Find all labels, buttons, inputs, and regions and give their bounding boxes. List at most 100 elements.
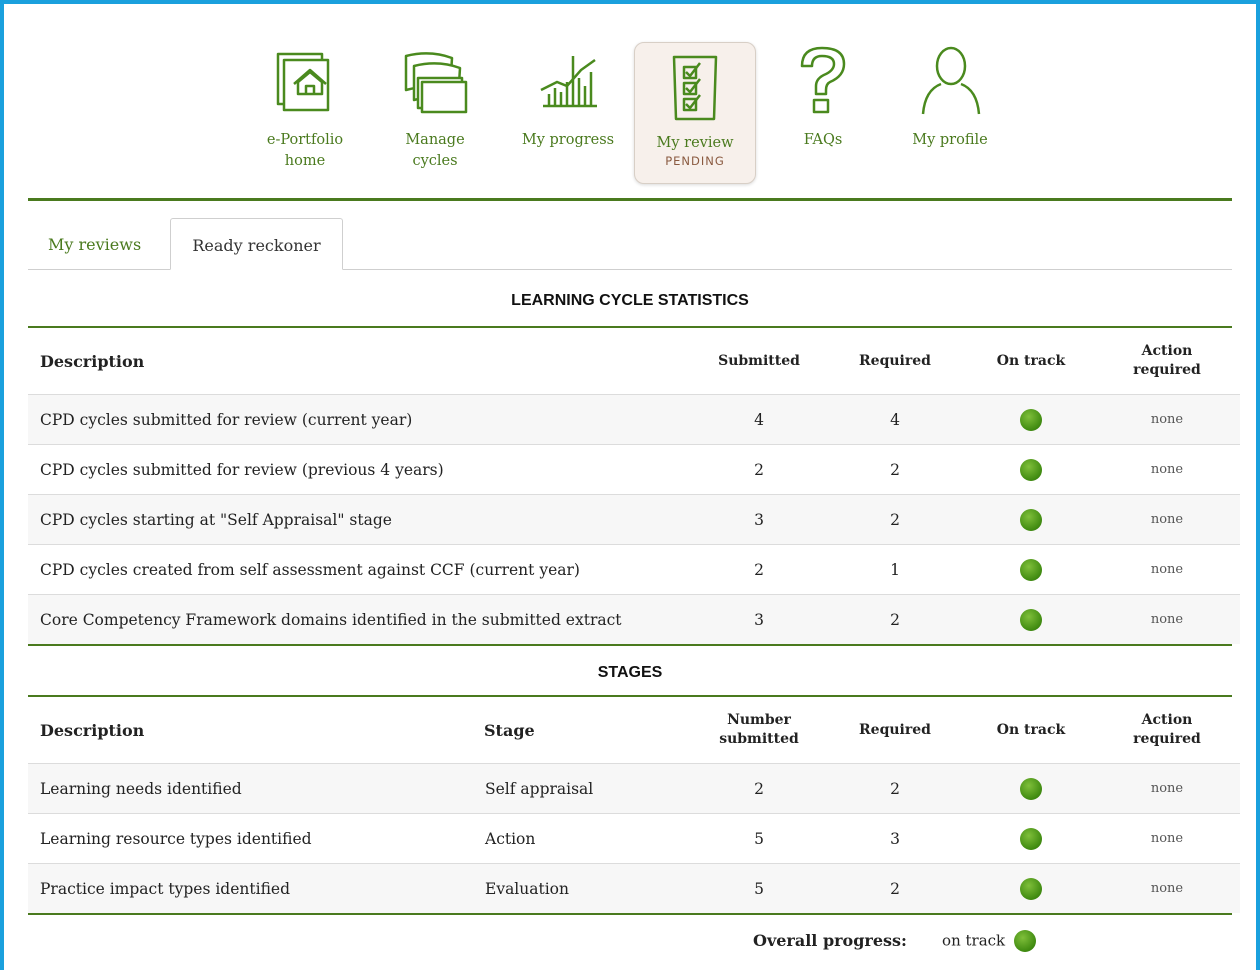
nav-my-progress[interactable]: My progress <box>516 42 620 151</box>
row-required: 2 <box>822 763 968 814</box>
row-on-track <box>968 394 1094 445</box>
row-required: 2 <box>822 444 968 495</box>
number-submitted-header-text: Number submitted <box>719 712 799 747</box>
row-on-track <box>968 594 1094 644</box>
row-action: none <box>1094 863 1240 913</box>
nav-my-profile[interactable]: My profile <box>900 42 1000 151</box>
col-header-action-required: Action required <box>1094 328 1240 395</box>
row-submitted: 3 <box>696 594 822 644</box>
nav-label-my-profile: My profile <box>912 132 988 148</box>
nav-manage-cycles[interactable]: Manage cycles <box>390 42 480 172</box>
stages-table: Description Stage Number submitted Requi… <box>28 695 1240 915</box>
col-header-on-track: On track <box>968 328 1094 395</box>
table-row: Learning needs identified Self appraisal… <box>28 763 1240 814</box>
nav-label-my-review: My review <box>656 135 734 151</box>
tab-ready-reckoner[interactable]: Ready reckoner <box>170 218 343 270</box>
row-action: none <box>1094 594 1240 644</box>
row-required: 2 <box>822 863 968 913</box>
table-row: Learning resource types identified Actio… <box>28 813 1240 864</box>
status-ok-icon <box>1020 877 1042 900</box>
row-description: CPD cycles starting at "Self Appraisal" … <box>28 494 696 545</box>
status-ok-icon <box>1020 827 1042 850</box>
nav-label-my-progress: My progress <box>521 132 615 148</box>
row-submitted: 5 <box>696 813 822 864</box>
nav-label-manage-cycles: Manage cycles <box>405 132 465 169</box>
question-mark-icon <box>800 46 846 114</box>
row-submitted: 5 <box>696 863 822 913</box>
row-submitted: 3 <box>696 494 822 545</box>
row-action: none <box>1094 813 1240 864</box>
progress-chart-icon <box>540 56 597 108</box>
nav-eportfolio-home[interactable]: e-Portfolio home <box>250 42 360 172</box>
row-on-track <box>968 544 1094 595</box>
row-submitted: 2 <box>696 763 822 814</box>
table-row: CPD cycles submitted for review (current… <box>28 394 1240 445</box>
review-status-badge: PENDING <box>665 154 725 168</box>
status-ok-icon <box>1020 558 1042 581</box>
row-description: CPD cycles submitted for review (current… <box>28 394 696 445</box>
top-nav: e-Portfolio home Manage cycles My progre… <box>28 4 1232 201</box>
nav-label-eportfolio-home: e-Portfolio home <box>266 132 344 169</box>
table-row: Practice impact types identified Evaluat… <box>28 863 1240 913</box>
overall-progress: Overall progress: on track <box>753 930 1037 952</box>
row-action: none <box>1094 444 1240 495</box>
row-submitted: 2 <box>696 444 822 495</box>
learning-cycle-table: Description Submitted Required On track … <box>28 326 1240 646</box>
row-description: CPD cycles created from self assessment … <box>28 544 696 595</box>
table-row: CPD cycles created from self assessment … <box>28 544 1240 595</box>
col-header-action-required: Action required <box>1094 697 1240 764</box>
row-description: CPD cycles submitted for review (previou… <box>28 444 696 495</box>
row-required: 2 <box>822 594 968 644</box>
checklist-icon <box>672 55 718 121</box>
nav-faqs[interactable]: FAQs <box>788 42 858 151</box>
row-required: 1 <box>822 544 968 595</box>
row-required: 2 <box>822 494 968 545</box>
row-on-track <box>968 813 1094 864</box>
row-description: Learning needs identified <box>28 763 484 814</box>
row-action: none <box>1094 544 1240 595</box>
row-action: none <box>1094 494 1240 545</box>
table-row: Core Competency Framework domains identi… <box>28 594 1240 644</box>
status-ok-icon <box>1014 930 1037 952</box>
row-stage: Evaluation <box>484 863 696 913</box>
row-description: Core Competency Framework domains identi… <box>28 594 696 644</box>
row-submitted: 2 <box>696 544 822 595</box>
overall-progress-value: on track <box>942 931 1006 950</box>
row-description: Learning resource types identified <box>28 813 484 864</box>
nav-my-review[interactable]: My review PENDING <box>634 42 756 184</box>
status-ok-icon <box>1020 608 1042 631</box>
col-header-required: Required <box>822 328 968 395</box>
col-header-submitted: Submitted <box>696 328 822 395</box>
status-ok-icon <box>1020 458 1042 481</box>
page: e-Portfolio home Manage cycles My progre… <box>28 4 1240 952</box>
row-on-track <box>968 494 1094 545</box>
section-title-stages: STAGES <box>597 664 663 681</box>
tab-my-reviews[interactable]: My reviews <box>28 218 161 269</box>
row-on-track <box>968 763 1094 814</box>
user-profile-icon <box>921 46 981 115</box>
section-title-learning-cycle: LEARNING CYCLE STATISTICS <box>511 292 749 309</box>
col-header-required: Required <box>822 697 968 764</box>
cards-stack-icon <box>404 52 468 114</box>
table-row: CPD cycles starting at "Self Appraisal" … <box>28 494 1240 545</box>
status-ok-icon <box>1020 408 1042 431</box>
tab-bar: My reviews Ready reckoner <box>28 201 1232 270</box>
row-on-track <box>968 863 1094 913</box>
overall-progress-label: Overall progress: <box>753 930 907 950</box>
row-required: 3 <box>822 813 968 864</box>
row-required: 4 <box>822 394 968 445</box>
status-ok-icon <box>1020 508 1042 531</box>
row-action: none <box>1094 763 1240 814</box>
col-header-number-submitted: Number submitted <box>696 697 822 764</box>
row-on-track <box>968 444 1094 495</box>
row-action: none <box>1094 394 1240 445</box>
col-header-stage: Stage <box>484 697 696 764</box>
row-stage: Action <box>484 813 696 864</box>
row-description: Practice impact types identified <box>28 863 484 913</box>
col-header-description: Description <box>28 697 484 764</box>
table-row: CPD cycles submitted for review (previou… <box>28 444 1240 495</box>
action-required-header-text: Action required <box>1133 712 1201 747</box>
col-header-on-track: On track <box>968 697 1094 764</box>
nav-label-faqs: FAQs <box>803 132 843 148</box>
col-header-description: Description <box>28 328 696 395</box>
